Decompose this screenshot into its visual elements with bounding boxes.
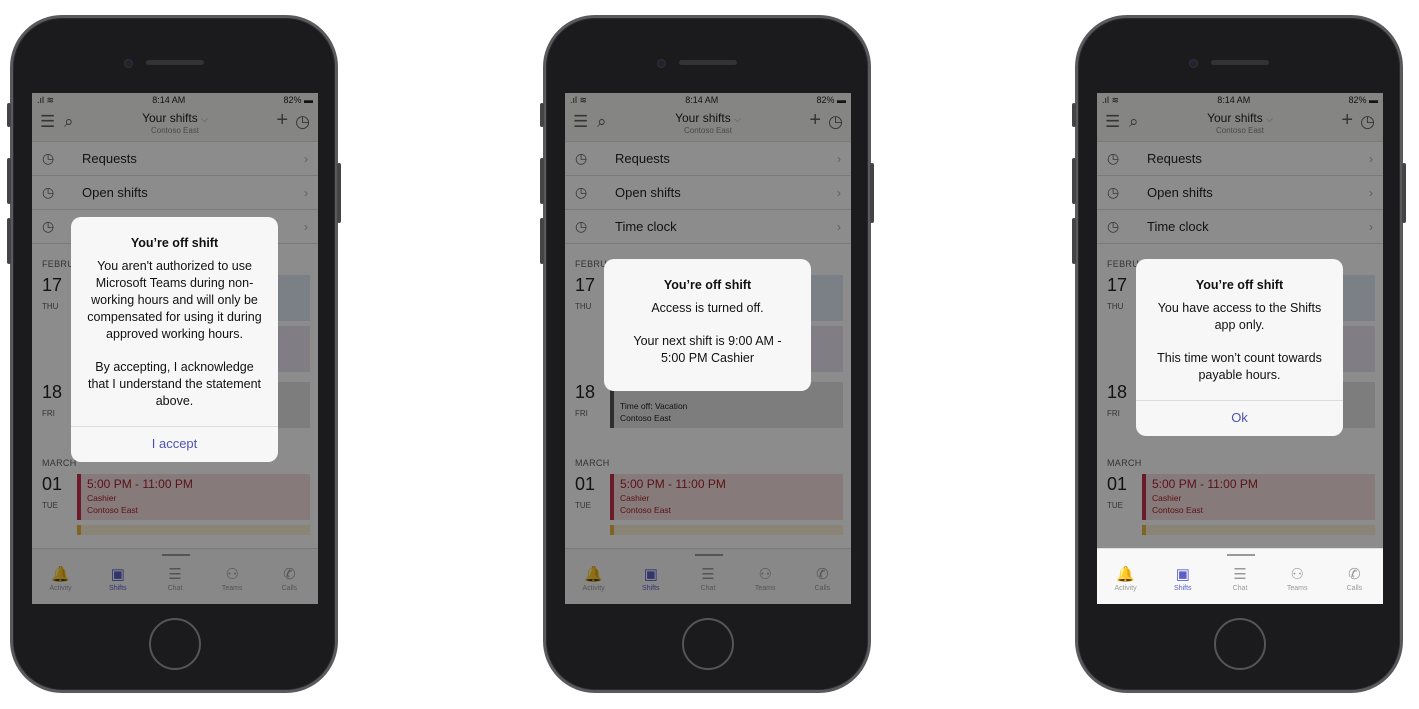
tab-2[interactable]: ☰ Chat (1211, 565, 1268, 592)
speaker (679, 60, 737, 65)
speaker (146, 60, 204, 65)
dialog-message: This time won’t count towards payable ho… (1157, 351, 1322, 382)
home-button[interactable] (149, 618, 201, 670)
tab-label: Teams (1286, 585, 1308, 592)
bell-icon: 🔔 (1116, 566, 1135, 583)
tab-label: Activity (1114, 585, 1137, 592)
dialog-title: You’re off shift (1195, 278, 1284, 292)
dialog-message: Your next shift is 9:00 AM - 5:00 PM Cas… (633, 334, 782, 365)
teams-screen: .ıl ≋ 8:14 AM 82% ▬ ☰ ⌕ Your shifts ⌵ Cont… (565, 93, 851, 604)
shifts-icon: ▣ (1175, 566, 1190, 583)
tab-label: Calls (1346, 585, 1363, 592)
tab-1[interactable]: ▣ Shifts (1154, 565, 1211, 592)
chat-icon: ☰ (1233, 566, 1247, 583)
speaker (1211, 60, 1269, 65)
front-camera (1189, 59, 1198, 68)
off-shift-dialog: You’re off shift You have access to the … (1136, 259, 1343, 436)
dialog-title: You’re off shift (130, 236, 219, 250)
tab-bar: 🔔 Activity ▣ Shifts ☰ Chat ⚇ Teams ✆ Calls (1097, 548, 1383, 604)
phone-icon: ✆ (1348, 566, 1361, 583)
dialog-message: You have access to the Shifts app only. (1157, 301, 1322, 332)
teams-screen: .ıl ≋ 8:14 AM 82% ▬ ☰ ⌕ Your shifts ⌵ Cont… (32, 93, 318, 604)
tab-4[interactable]: ✆ Calls (1326, 565, 1383, 592)
tab-3[interactable]: ⚇ Teams (1269, 565, 1326, 592)
off-shift-dialog: You’re off shift Access is turned off. Y… (604, 259, 811, 391)
phone-3: .ıl ≋ 8:14 AM 82% ▬ ☰ ⌕ Your shifts ⌵ Cont… (1072, 15, 1406, 693)
front-camera (657, 59, 666, 68)
off-shift-dialog: You’re off shift You aren't authorized t… (71, 217, 278, 462)
front-camera (124, 59, 133, 68)
dialog-message: By accepting, I acknowledge that I under… (87, 360, 262, 408)
tab-label: Shifts (1174, 585, 1192, 592)
dialog-action-button[interactable]: I accept (71, 426, 278, 462)
tab-0[interactable]: 🔔 Activity (1097, 565, 1154, 592)
dialog-message: You aren't authorized to use Microsoft T… (87, 259, 262, 341)
dialog-action-button[interactable]: Ok (1136, 400, 1343, 436)
home-button[interactable] (1214, 618, 1266, 670)
phone-2: .ıl ≋ 8:14 AM 82% ▬ ☰ ⌕ Your shifts ⌵ Cont… (540, 15, 874, 693)
drag-handle[interactable] (1227, 554, 1255, 556)
tab-label: Chat (1232, 585, 1248, 592)
home-button[interactable] (682, 618, 734, 670)
phone-1: .ıl ≋ 8:14 AM 82% ▬ ☰ ⌕ Your shifts ⌵ Cont… (7, 15, 341, 693)
teams-screen: .ıl ≋ 8:14 AM 82% ▬ ☰ ⌕ Your shifts ⌵ Cont… (1097, 93, 1383, 604)
dialog-title: You’re off shift (663, 278, 752, 292)
teams-icon: ⚇ (1290, 566, 1304, 583)
dialog-message: Access is turned off. (651, 301, 764, 315)
